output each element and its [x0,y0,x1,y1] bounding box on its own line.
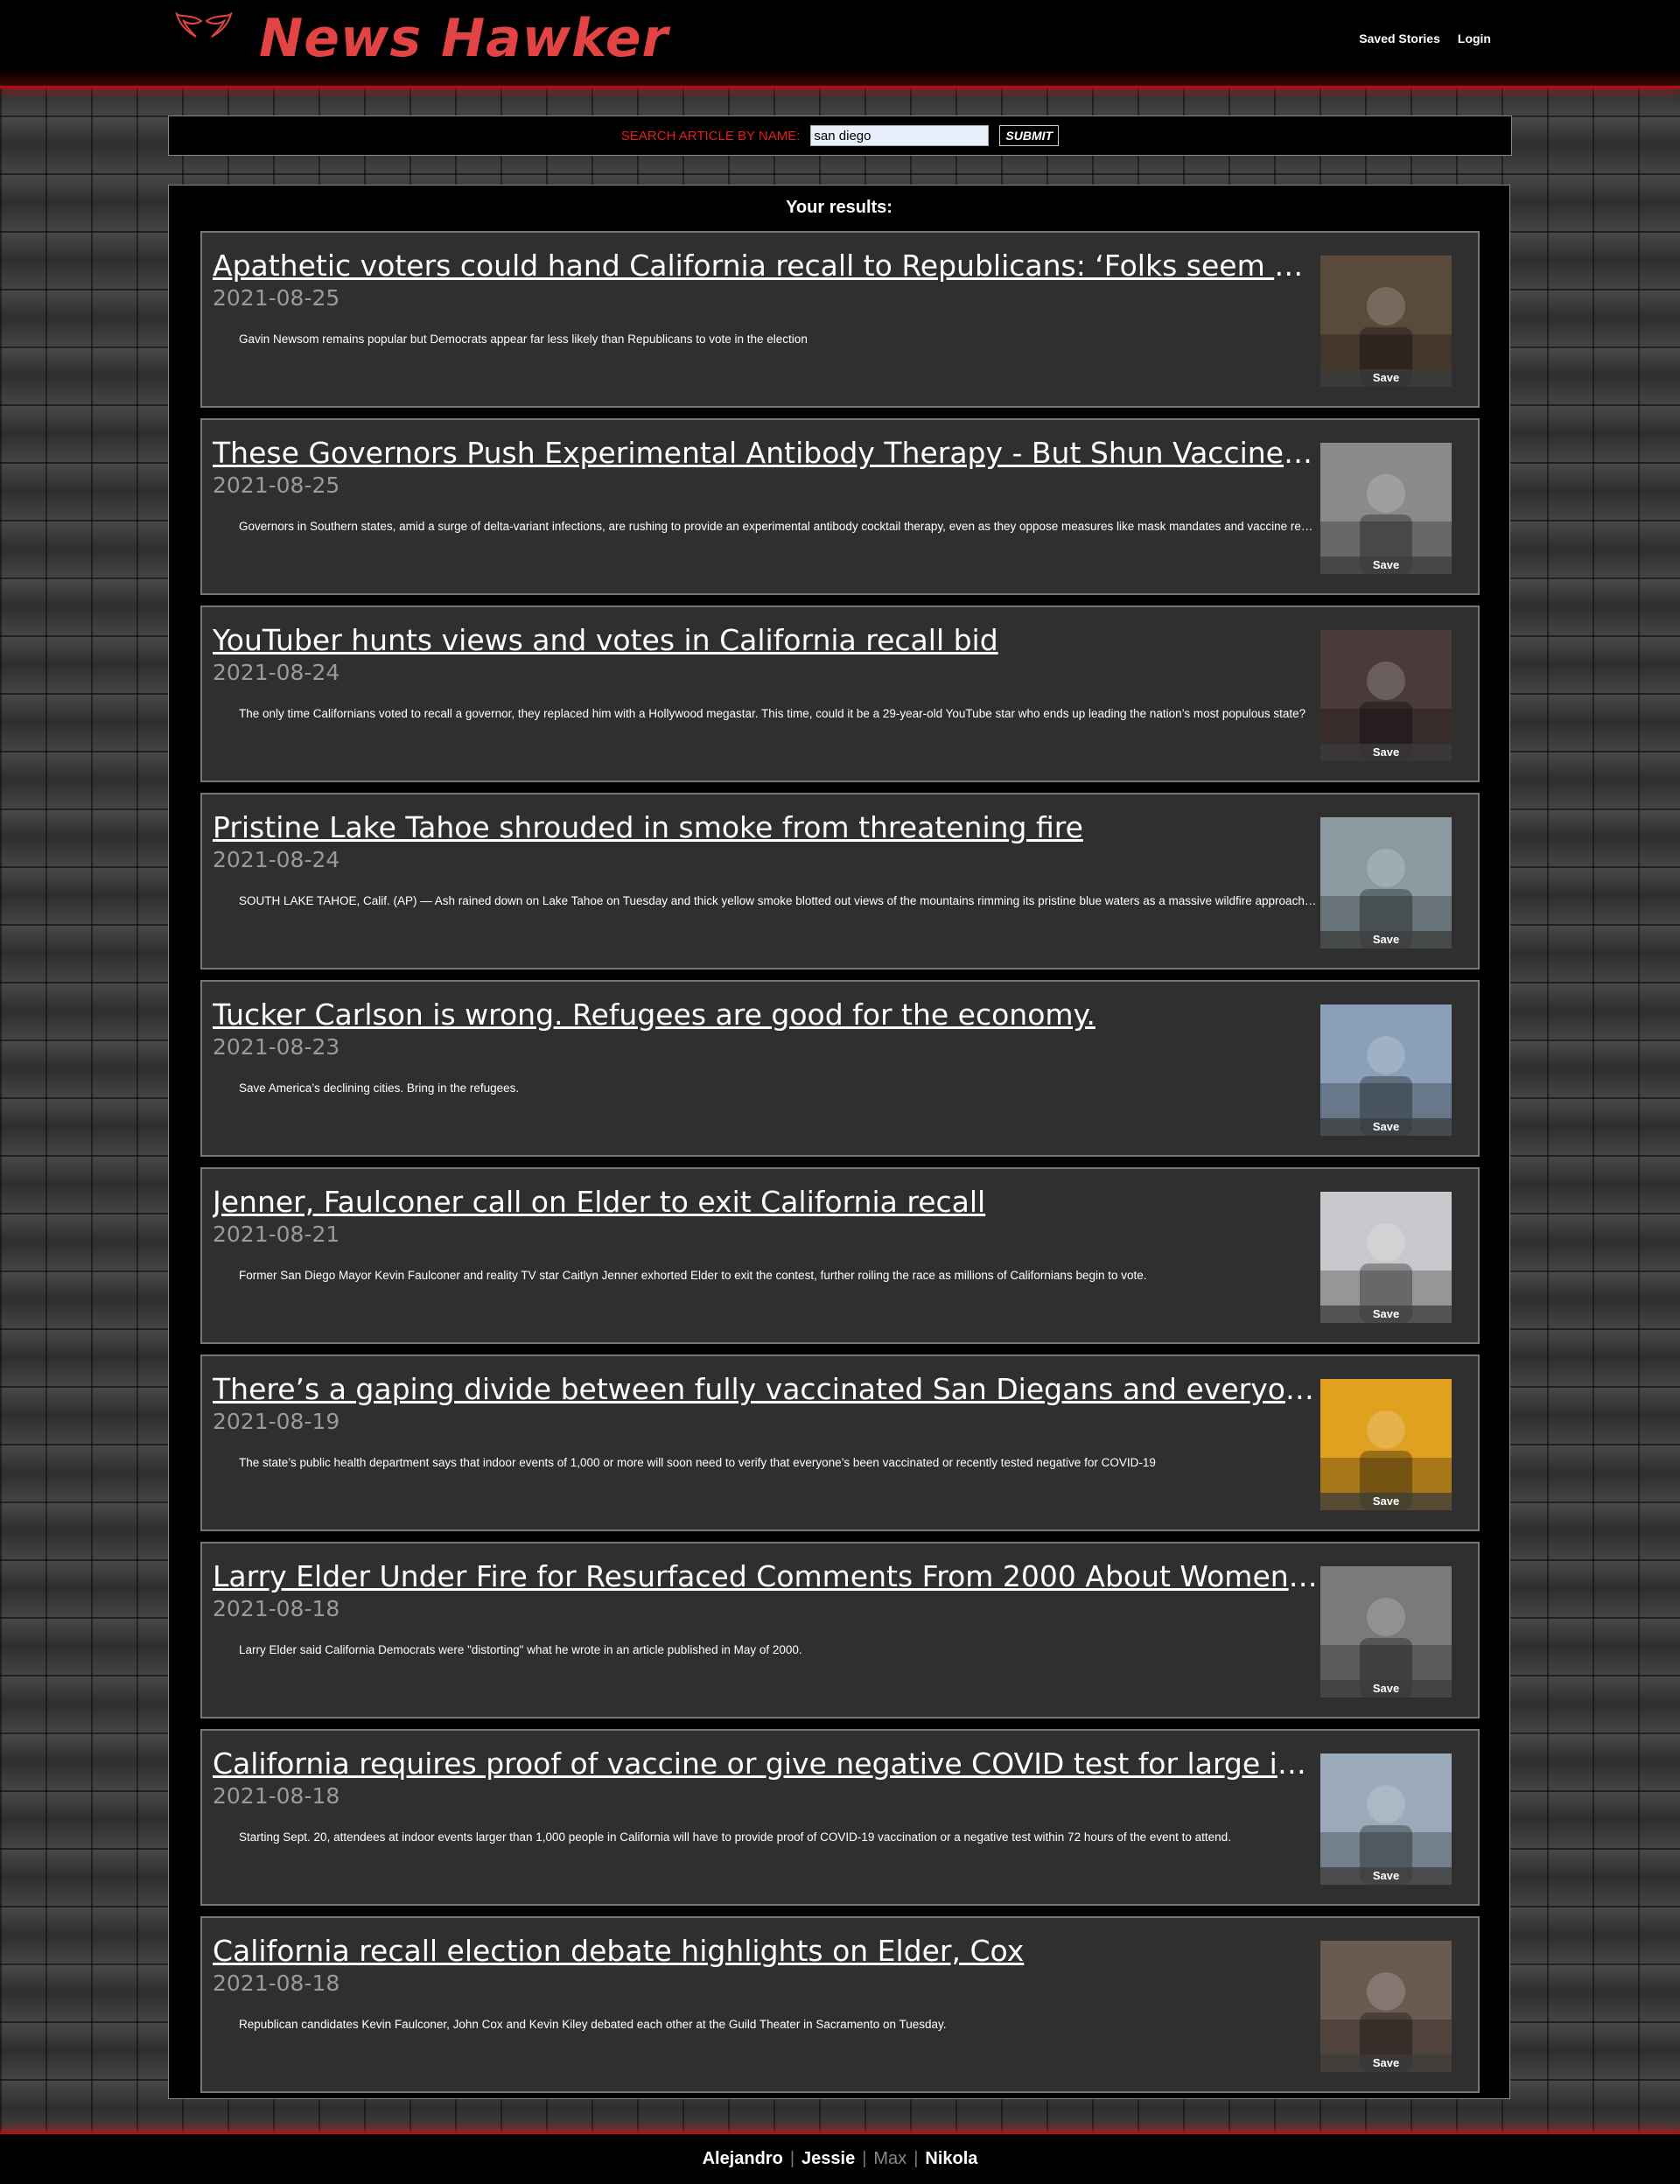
article-date: 2021-08-19 [213,1409,340,1434]
site-header: News Hawker Saved Stories Login [0,0,1680,88]
article-title-link[interactable]: Pristine Lake Tahoe shrouded in smoke fr… [213,810,1319,845]
article-title-link[interactable]: Apathetic voters could hand California r… [213,248,1319,284]
article-description: Former San Diego Mayor Kevin Faulconer a… [239,1269,1147,1282]
article-description: Starting Sept. 20, attendees at indoor e… [239,1830,1231,1844]
article-date: 2021-08-25 [213,285,340,311]
article-description: Save America’s declining cities. Bring i… [239,1082,520,1095]
article-thumbnail[interactable]: Save [1320,1566,1452,1698]
article-date: 2021-08-24 [213,847,340,872]
article-title-link[interactable]: Larry Elder Under Fire for Resurfaced Co… [213,1559,1319,1594]
footer-name-jessie[interactable]: Jessie [802,2149,855,2169]
footer-name-max[interactable]: Max [873,2149,906,2169]
article-date: 2021-08-18 [213,1970,340,1996]
article-thumbnail[interactable]: Save [1320,1941,1452,2072]
article-title-link[interactable]: Jenner, Faulconer call on Elder to exit … [213,1185,1319,1220]
footer-name-nikola[interactable]: Nikola [925,2149,977,2169]
footer-name-alejandro[interactable]: Alejandro [703,2149,783,2169]
article-card: Jenner, Faulconer call on Elder to exit … [200,1167,1480,1344]
article-date: 2021-08-18 [213,1783,340,1809]
article-card: Tucker Carlson is wrong. Refugees are go… [200,980,1480,1157]
footer-separator: | [789,2149,795,2168]
save-button[interactable]: Save [1320,556,1452,574]
article-description: SOUTH LAKE TAHOE, Calif. (AP) — Ash rain… [239,894,1319,907]
article-description: The state’s public health department say… [239,1456,1156,1469]
footer: Alejandro | Jessie | Max | Nikola [0,2132,1680,2184]
save-button[interactable]: Save [1320,1493,1452,1510]
article-card: Larry Elder Under Fire for Resurfaced Co… [200,1542,1480,1718]
search-input[interactable] [810,125,990,146]
article-title-link[interactable]: Tucker Carlson is wrong. Refugees are go… [213,998,1319,1032]
wings-icon [175,12,233,38]
save-button[interactable]: Save [1320,1867,1452,1885]
article-title-link[interactable]: YouTuber hunts views and votes in Califo… [213,623,1319,658]
results-title: Your results: [786,198,892,217]
article-card: There’s a gaping divide between fully va… [200,1354,1480,1531]
article-thumbnail[interactable]: Save [1320,630,1452,761]
save-button[interactable]: Save [1320,1680,1452,1698]
thumbnail-image [1320,1754,1452,1885]
top-nav: Saved Stories Login [1359,32,1491,46]
save-button[interactable]: Save [1320,1306,1452,1323]
save-button[interactable]: Save [1320,369,1452,387]
thumbnail-image [1320,1004,1452,1136]
article-date: 2021-08-21 [213,1222,340,1247]
article-thumbnail[interactable]: Save [1320,1754,1452,1885]
article-title-link[interactable]: California recall election debate highli… [213,1934,1319,1969]
article-thumbnail[interactable]: Save [1320,1004,1452,1136]
thumbnail-image [1320,256,1452,387]
article-card: Pristine Lake Tahoe shrouded in smoke fr… [200,793,1480,970]
thumbnail-image [1320,1379,1452,1510]
article-date: 2021-08-25 [213,472,340,498]
article-description: Governors in Southern states, amid a sur… [239,520,1319,533]
article-description: Gavin Newsom remains popular but Democra… [239,332,808,346]
article-thumbnail[interactable]: Save [1320,817,1452,948]
article-title-link[interactable]: There’s a gaping divide between fully va… [213,1372,1319,1407]
article-date: 2021-08-23 [213,1034,340,1060]
article-description: Republican candidates Kevin Faulconer, J… [239,2018,947,2031]
thumbnail-image [1320,1941,1452,2072]
article-card: Apathetic voters could hand California r… [200,231,1480,408]
thumbnail-image [1320,443,1452,574]
results-panel: Your results: Apathetic voters could han… [168,185,1510,2099]
article-title-link[interactable]: These Governors Push Experimental Antibo… [213,436,1319,471]
article-card: California recall election debate highli… [200,1916,1480,2093]
article-card: These Governors Push Experimental Antibo… [200,418,1480,595]
save-button[interactable]: Save [1320,931,1452,948]
save-button[interactable]: Save [1320,1118,1452,1136]
thumbnail-image [1320,1192,1452,1323]
article-date: 2021-08-24 [213,660,340,685]
search-label: SEARCH ARTICLE BY NAME: [620,128,801,144]
article-thumbnail[interactable]: Save [1320,443,1452,574]
thumbnail-image [1320,1566,1452,1698]
save-button[interactable]: Save [1320,2054,1452,2072]
article-description: The only time Californians voted to reca… [239,707,1306,720]
article-description: Larry Elder said California Democrats we… [239,1643,802,1656]
article-card: YouTuber hunts views and votes in Califo… [200,606,1480,782]
article-title-link[interactable]: California requires proof of vaccine or … [213,1746,1319,1782]
thumbnail-image [1320,817,1452,948]
app-title[interactable]: News Hawker [259,5,668,72]
footer-separator: | [862,2149,867,2168]
article-thumbnail[interactable]: Save [1320,1379,1452,1510]
search-bar: SEARCH ARTICLE BY NAME: SUBMIT [168,116,1512,156]
article-thumbnail[interactable]: Save [1320,256,1452,387]
save-button[interactable]: Save [1320,744,1452,761]
article-date: 2021-08-18 [213,1596,340,1621]
article-thumbnail[interactable]: Save [1320,1192,1452,1323]
article-card: California requires proof of vaccine or … [200,1729,1480,1906]
footer-separator: | [914,2149,919,2168]
nav-login[interactable]: Login [1458,32,1491,46]
thumbnail-image [1320,630,1452,761]
nav-saved-stories[interactable]: Saved Stories [1359,32,1440,46]
submit-button[interactable]: SUBMIT [999,125,1060,146]
